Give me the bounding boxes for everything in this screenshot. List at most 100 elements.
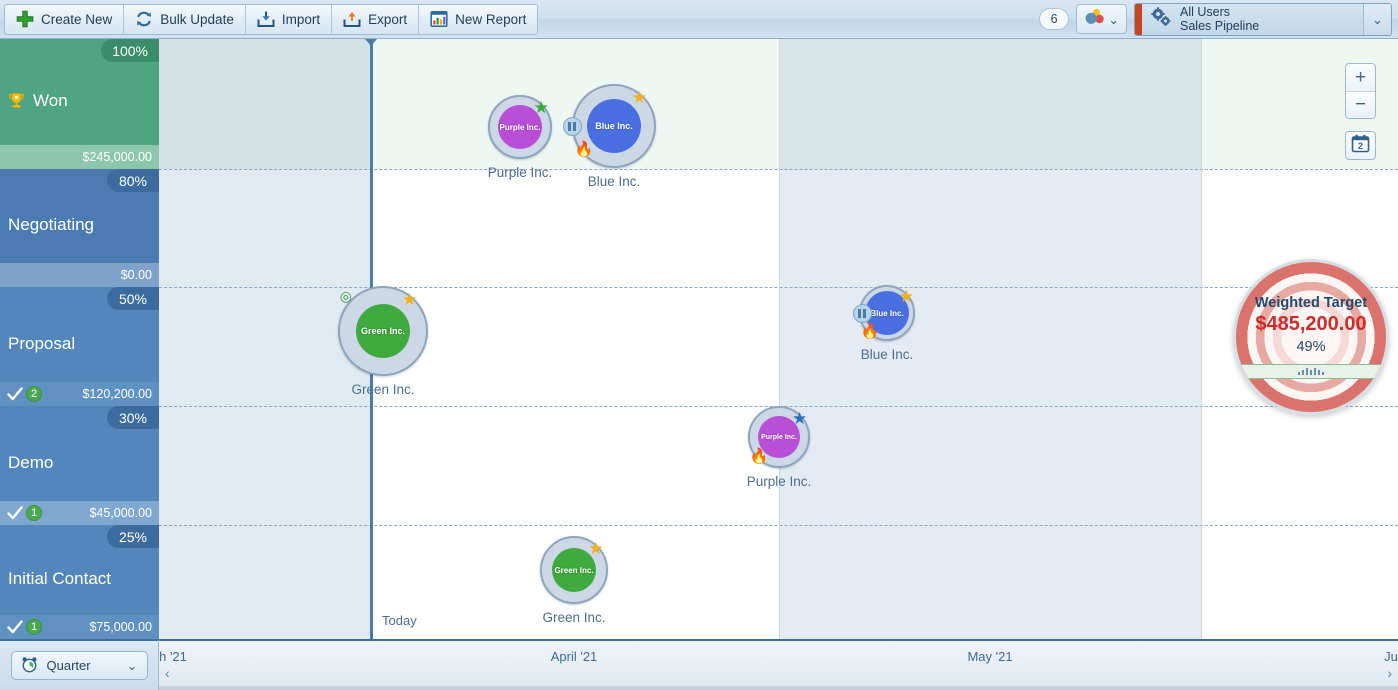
users-icon xyxy=(1084,8,1104,31)
pipeline-app: Create New Bulk Update Import ExportNew Rep… xyxy=(0,0,1398,690)
pipeline-owner: All Users xyxy=(1180,5,1259,19)
toolbar-button-label: Create New xyxy=(41,12,112,27)
stage-amount: $120,200.00 xyxy=(82,387,152,401)
timeline-period-label: April '21 xyxy=(551,649,598,664)
timeline-period[interactable] xyxy=(219,641,839,690)
deal-bubble[interactable]: Purple Inc.★🔥Purple Inc. xyxy=(734,392,824,508)
deal-star-icon[interactable]: ★ xyxy=(402,291,417,308)
timeline-period-label: Ju xyxy=(1384,649,1398,664)
pipeline-dropdown-toggle[interactable]: ⌄ xyxy=(1363,4,1391,35)
timeline-axis[interactable]: h '21 April '21 May '21 Ju ‹ › xyxy=(159,639,1398,690)
stage-count-badge: 1 xyxy=(26,505,42,521)
create-new-button[interactable]: Create New xyxy=(5,5,124,34)
deal-paused-icon xyxy=(563,117,582,136)
export-button[interactable]: Export xyxy=(332,5,419,34)
stage-footer: $0.00 xyxy=(0,263,159,287)
stage-name-row: Initial Contact xyxy=(8,569,111,589)
timeline-period-label: May '21 xyxy=(967,649,1012,664)
period-label: Quarter xyxy=(47,658,91,673)
deal-target-icon: ◎ xyxy=(340,289,352,303)
toolbar-right-group: 6 ⌄ xyxy=(1039,3,1398,36)
deal-star-icon[interactable]: ★ xyxy=(899,288,914,305)
deal-hot-flame-icon: 🔥 xyxy=(861,324,880,339)
today-label: Today xyxy=(382,613,417,628)
stage-row-won[interactable]: 100%Won$245,000.00 xyxy=(0,39,159,169)
stage-amount: $75,000.00 xyxy=(89,620,152,634)
stage-row-initial-contact[interactable]: 25%Initial Contact1$75,000.00 xyxy=(0,525,159,639)
timeline-scrollbar[interactable] xyxy=(159,686,1398,690)
toolbar-button-label: Import xyxy=(282,12,320,27)
stage-footer: 2 $120,200.00 xyxy=(0,382,159,406)
stage-probability-badge: 100% xyxy=(101,39,159,62)
plus-icon xyxy=(16,10,34,28)
chevron-down-icon: ⌄ xyxy=(1372,13,1383,26)
pipeline-selector-main[interactable]: All Users Sales Pipeline xyxy=(1142,4,1363,35)
toolbar-button-label: Bulk Update xyxy=(160,12,234,27)
import-icon xyxy=(257,10,275,28)
deal-bubble[interactable]: Green Inc.★◎Green Inc. xyxy=(324,272,442,416)
bulk-update-button[interactable]: Bulk Update xyxy=(124,5,246,34)
deal-label: Blue Inc. xyxy=(588,174,641,189)
zoom-in-button[interactable]: + xyxy=(1346,64,1375,91)
pipeline-body: 100%Won$245,000.0080%Negotiating$0.0050%… xyxy=(0,39,1398,690)
deal-label: Purple Inc. xyxy=(488,165,553,180)
calendar-day-number: 2 xyxy=(1358,141,1363,151)
stage-name-label: Demo xyxy=(8,453,53,473)
stage-row-demo[interactable]: 30%Demo1$45,000.00 xyxy=(0,406,159,525)
chevron-down-icon: ⌄ xyxy=(127,659,138,672)
new-report-button[interactable]: New Report xyxy=(419,5,537,34)
toolbar-button-group: Create New Bulk Update Import ExportNew Rep… xyxy=(4,4,538,35)
deal-star-icon[interactable]: ★ xyxy=(792,410,807,427)
stage-probability-badge: 50% xyxy=(107,287,159,310)
pipeline-accent-bar xyxy=(1135,4,1142,35)
deal-label: Green Inc. xyxy=(542,610,605,625)
stage-amount: $0.00 xyxy=(121,268,152,282)
deal-bubble[interactable]: Purple Inc.★Purple Inc. xyxy=(474,81,566,199)
deal-bubble[interactable]: Blue Inc.★🔥Blue Inc. xyxy=(558,70,670,208)
deal-star-icon[interactable]: ★ xyxy=(533,99,548,116)
grip-icon xyxy=(1298,368,1324,375)
stage-name-label: Won xyxy=(33,91,68,111)
calendar-button[interactable]: 2 xyxy=(1345,131,1376,160)
deal-star-icon[interactable]: ★ xyxy=(588,540,603,557)
chevron-down-icon: ⌄ xyxy=(1108,13,1119,26)
deal-bubble[interactable]: Blue Inc.★🔥Blue Inc. xyxy=(845,271,929,381)
period-selector[interactable]: Quarter ⌄ xyxy=(11,651,148,680)
stage-row-proposal[interactable]: 50% Proposal 2 $120,200.00 xyxy=(0,287,159,406)
record-count-badge: 6 xyxy=(1039,8,1069,30)
pipeline-selector[interactable]: All Users Sales Pipeline ⌄ xyxy=(1134,3,1392,36)
timeline-next-arrow[interactable]: › xyxy=(1387,665,1392,681)
pipeline-chart-canvas[interactable]: Today Purple Inc.★Purple Inc.Blue Inc.★🔥… xyxy=(159,39,1398,639)
calendar-icon: 2 xyxy=(1351,134,1370,158)
stage-deal-count: 1 xyxy=(7,619,42,635)
today-marker-tip xyxy=(365,39,377,46)
deal-core: Blue Inc. xyxy=(587,99,641,153)
column-separator xyxy=(779,39,780,639)
clock-icon xyxy=(21,656,38,676)
timeline-period-label: h '21 xyxy=(159,649,187,664)
refresh-icon xyxy=(135,10,153,28)
timeline-period[interactable] xyxy=(839,641,1379,690)
stage-probability-badge: 80% xyxy=(107,169,159,192)
stage-row-negotiating[interactable]: 80%Negotiating$0.00 xyxy=(0,169,159,287)
import-button[interactable]: Import xyxy=(246,5,332,34)
deal-label: Green Inc. xyxy=(351,382,414,397)
check-icon xyxy=(7,387,24,402)
deal-label: Purple Inc. xyxy=(747,474,812,489)
stage-name-label: Initial Contact xyxy=(8,569,111,589)
timeline-prev-arrow[interactable]: ‹ xyxy=(165,665,170,681)
user-filter-button[interactable]: ⌄ xyxy=(1076,4,1127,34)
deal-star-icon[interactable]: ★ xyxy=(632,89,647,106)
column-separator xyxy=(1201,39,1202,639)
deal-paused-icon xyxy=(853,304,872,323)
weighted-target-widget[interactable]: Weighted Target $485,200.00 49% xyxy=(1233,259,1389,415)
stage-footer: 1 $75,000.00 xyxy=(0,615,159,639)
stage-name-label: Proposal xyxy=(8,334,75,354)
zoom-out-button[interactable]: − xyxy=(1346,91,1375,118)
zoom-controls: + − xyxy=(1345,63,1376,119)
stage-count-badge: 2 xyxy=(26,386,42,402)
deal-bubble[interactable]: Green Inc.★Green Inc. xyxy=(526,522,622,639)
deal-label: Blue Inc. xyxy=(861,347,914,362)
report-icon xyxy=(430,10,448,28)
weighted-target-drag-handle[interactable] xyxy=(1237,364,1385,379)
